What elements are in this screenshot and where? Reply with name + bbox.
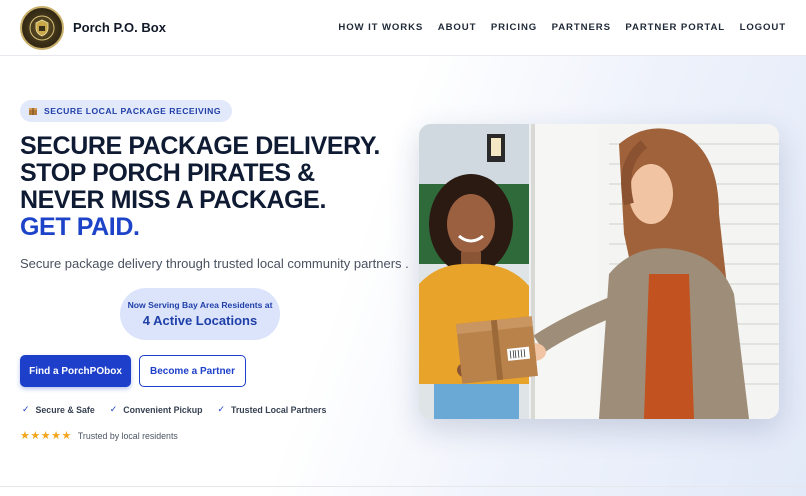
nav-about[interactable]: ABOUT bbox=[438, 22, 477, 33]
feature-label: Trusted Local Partners bbox=[231, 404, 327, 415]
rating-text: Trusted by local residents bbox=[77, 430, 178, 441]
locations-count: 4 Active Locations bbox=[142, 313, 258, 328]
hero-subtitle: Secure package delivery through trusted … bbox=[20, 256, 409, 271]
feature-item: ✓ Convenient Pickup bbox=[110, 404, 203, 415]
feature-label: Convenient Pickup bbox=[123, 404, 203, 415]
nav-how-it-works[interactable]: HOW IT WORKS bbox=[338, 22, 423, 33]
find-porchpobox-button[interactable]: Find a PorchPObox bbox=[20, 355, 131, 387]
headline-accent: GET PAID. bbox=[20, 213, 140, 241]
shield-icon bbox=[29, 15, 55, 40]
section-divider bbox=[0, 486, 806, 487]
nav-logout[interactable]: LOGOUT bbox=[740, 22, 786, 33]
nav-partner-portal[interactable]: PARTNER PORTAL bbox=[625, 22, 725, 33]
brand-name[interactable]: Porch P.O. Box bbox=[73, 20, 166, 35]
become-partner-button[interactable]: Become a Partner bbox=[139, 355, 246, 387]
site-header: Porch P.O. Box HOW IT WORKS ABOUT PRICIN… bbox=[0, 0, 806, 56]
star-icon: ★ bbox=[30, 430, 41, 442]
hero-badge: SECURE LOCAL PACKAGE RECEIVING bbox=[20, 100, 233, 122]
star-icon: ★ bbox=[51, 430, 61, 442]
headline-line-3: NEVER MISS A PACKAGE. bbox=[20, 186, 326, 214]
feature-list: ✓ Secure & Safe ✓ Convenient Pickup ✓ Tr… bbox=[22, 404, 341, 415]
rating: ★ ★ ★ ★ ★ Trusted by local residents bbox=[20, 429, 178, 442]
headline-line-1: SECURE PACKAGE DELIVERY. bbox=[20, 132, 380, 160]
logo-icon[interactable] bbox=[20, 5, 64, 50]
star-icon: ★ bbox=[40, 430, 51, 442]
check-icon: ✓ bbox=[217, 404, 225, 414]
nav-partners[interactable]: PARTNERS bbox=[552, 22, 611, 33]
package-handoff-illustration bbox=[419, 124, 779, 419]
main-nav: HOW IT WORKS ABOUT PRICING PARTNERS PART… bbox=[324, 22, 786, 33]
star-icon: ★ bbox=[20, 430, 30, 442]
feature-item: ✓ Secure & Safe bbox=[22, 404, 95, 415]
hero-headline: SECURE PACKAGE DELIVERY. STOP PORCH PIRA… bbox=[20, 133, 400, 241]
hero-image bbox=[419, 124, 779, 419]
check-icon: ✓ bbox=[22, 404, 30, 414]
star-rating: ★ ★ ★ ★ ★ bbox=[20, 429, 72, 442]
feature-item: ✓ Trusted Local Partners bbox=[217, 404, 326, 415]
check-icon: ✓ bbox=[109, 404, 118, 414]
hero-badge-label: SECURE LOCAL PACKAGE RECEIVING bbox=[44, 106, 222, 116]
package-icon bbox=[29, 108, 37, 115]
nav-pricing[interactable]: PRICING bbox=[491, 22, 537, 33]
locations-label: Now Serving Bay Area Residents at bbox=[127, 300, 273, 310]
headline-line-2: STOP PORCH PIRATES & bbox=[20, 159, 315, 187]
feature-label: Secure & Safe bbox=[35, 404, 95, 415]
star-icon: ★ bbox=[61, 430, 72, 442]
locations-pill: Now Serving Bay Area Residents at 4 Acti… bbox=[120, 288, 280, 340]
